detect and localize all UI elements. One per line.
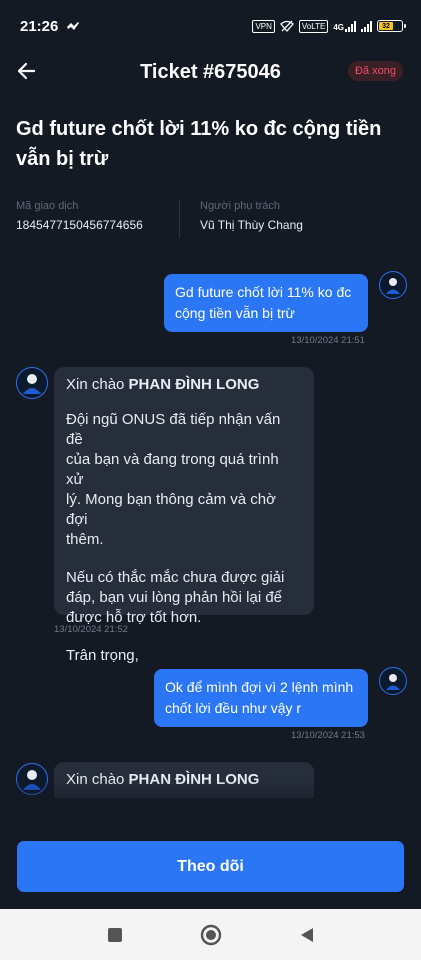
message-outgoing: Gd future chốt lời 11% ko đc cộng tiền v… — [164, 274, 368, 332]
transaction-info: Mã giao dịch 1845477150456774656 — [16, 200, 179, 238]
customer-name: PHAN ĐÌNH LONG — [128, 376, 260, 393]
message-line: Ok để mình đợi vì 2 lệnh mình — [165, 679, 354, 695]
message-paragraph: Đội ngũ ONUS đã tiếp nhận vấn đề của bạn… — [66, 411, 281, 548]
ticket-meta: Mã giao dịch 1845477150456774656 Người p… — [16, 200, 405, 238]
status-bar: 21:26 VPN VoLTE 4G 32 — [0, 0, 421, 52]
message-line: chốt lời đều như vậy r — [165, 700, 302, 716]
message-outgoing: Ok để mình đợi vì 2 lệnh mình chốt lời đ… — [154, 669, 368, 727]
assignee-name: Vũ Thị Thùy Chang — [200, 218, 303, 232]
battery-icon: 32 — [377, 20, 406, 32]
signal-icon — [361, 20, 372, 32]
meta-divider — [179, 200, 180, 238]
assignee-info: Người phụ trách Vũ Thị Thùy Chang — [200, 200, 303, 238]
wifi-off-icon — [279, 20, 294, 32]
status-time: 21:26 — [20, 17, 59, 35]
message-time: 13/10/2024 21:53 — [291, 730, 365, 741]
app-header: Ticket #675046 Đã xong — [0, 52, 421, 92]
message-signoff: Trân trọng, — [66, 647, 139, 664]
message-paragraph: Nếu có thắc mắc chưa được giải đáp, bạn … — [66, 569, 285, 626]
message-time: 13/10/2024 21:52 — [54, 624, 128, 635]
message-time: 13/10/2024 21:51 — [291, 335, 365, 346]
ticket-subject: Gd future chốt lời 11% ko đc cộng tiền v… — [16, 118, 382, 170]
user-avatar — [379, 271, 407, 299]
arrow-left-icon[interactable] — [14, 58, 40, 84]
message-greeting: Xin chào PHAN ĐÌNH LONG — [66, 376, 260, 393]
square-icon[interactable] — [106, 926, 124, 944]
volte-icon: VoLTE — [298, 19, 329, 33]
message-line: Gd future chốt lời 11% ko đc — [175, 284, 352, 300]
message-line: cộng tiền vẫn bị trừ — [175, 305, 295, 321]
notification-icon — [67, 22, 80, 30]
assignee-label: Người phụ trách — [200, 200, 281, 212]
vpn-icon: VPN — [252, 19, 275, 33]
message-incoming: Xin chào PHAN ĐÌNH LONG Đội ngũ ONUS đã … — [54, 367, 314, 664]
triangle-left-icon[interactable] — [298, 926, 316, 944]
transaction-label: Mã giao dịch — [16, 200, 79, 212]
system-nav-bar — [0, 909, 421, 960]
status-badge: Đã xong — [348, 61, 403, 81]
support-avatar — [16, 367, 48, 399]
transaction-id[interactable]: 1845477150456774656 — [16, 218, 179, 232]
follow-button[interactable]: Theo dõi — [17, 841, 404, 892]
circle-icon[interactable] — [200, 924, 222, 946]
signal-4g-icon: 4G — [333, 20, 356, 32]
user-avatar — [379, 667, 407, 695]
